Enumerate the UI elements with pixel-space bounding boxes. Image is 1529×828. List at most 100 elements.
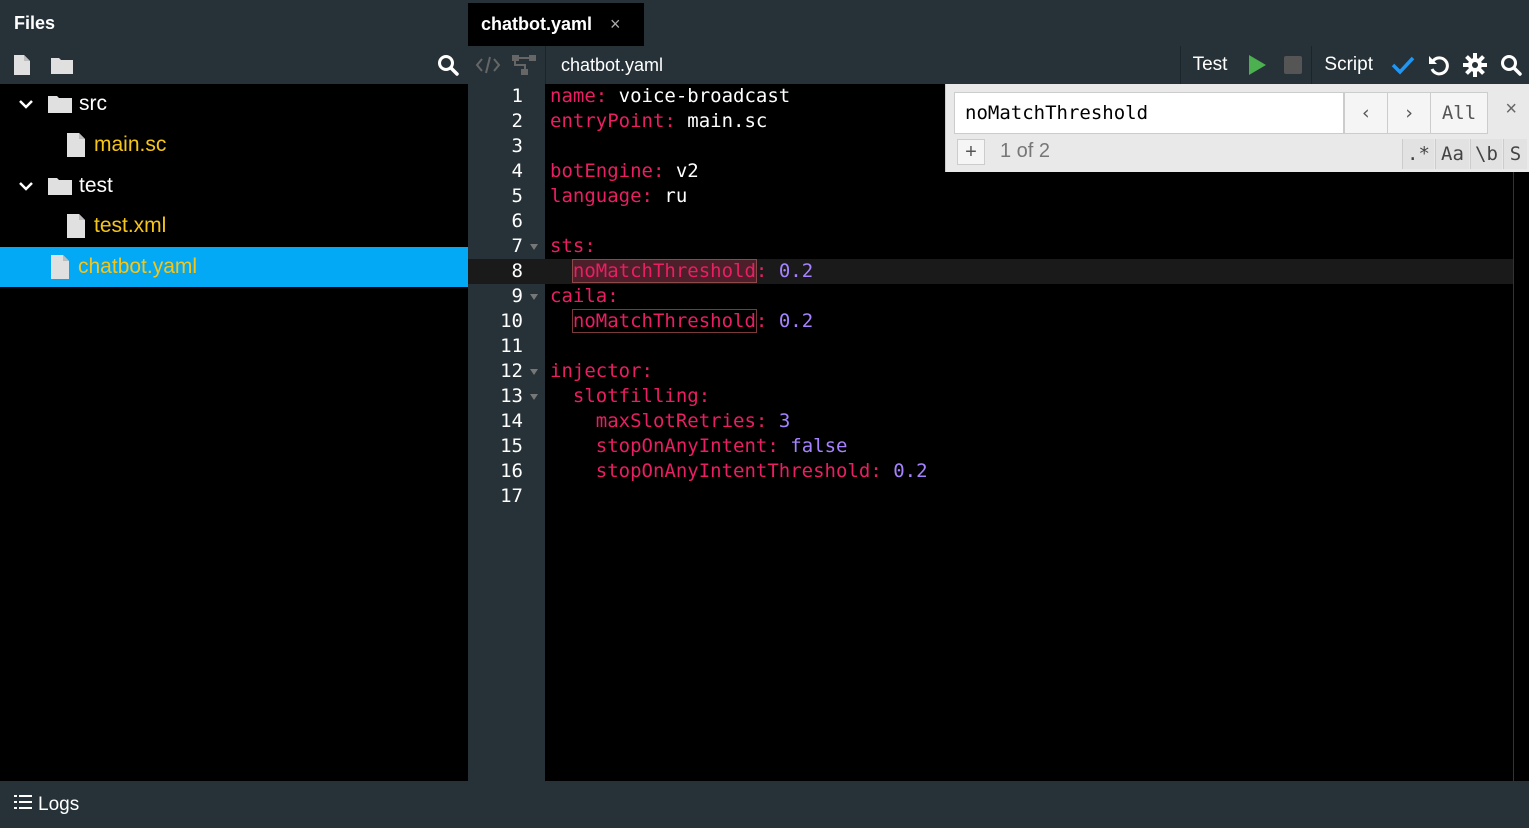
tree-label: test.xml xyxy=(94,214,167,238)
file-icon xyxy=(66,213,86,239)
regex-option-button[interactable]: .* xyxy=(1402,139,1434,169)
yaml-key: sts xyxy=(550,235,585,257)
sidebar-title: Files xyxy=(14,12,56,33)
logs-bar[interactable]: Logs xyxy=(0,781,1529,828)
yaml-number: 0.2 xyxy=(778,310,814,332)
tree-label: test xyxy=(79,173,113,197)
find-all-button[interactable]: All xyxy=(1430,92,1488,134)
file-icon xyxy=(66,132,86,158)
fold-arrow-icon[interactable] xyxy=(529,234,539,259)
close-icon[interactable]: × xyxy=(1505,98,1517,121)
tree-file-main-sc[interactable]: main.sc xyxy=(0,125,468,166)
tree-file-test-xml[interactable]: test.xml xyxy=(0,206,468,247)
line-gutter: 1 2 3 4 5 6 7 8 9 10 11 12 13 14 15 16 1… xyxy=(468,84,545,781)
yaml-value: ru xyxy=(664,185,688,207)
tree-label: main.sc xyxy=(94,133,167,157)
divider xyxy=(545,46,546,84)
line-number: 8 xyxy=(511,260,523,282)
yaml-key: botEngine xyxy=(550,160,653,182)
tree-folder-src[interactable]: src xyxy=(0,84,468,125)
chevron-down-icon[interactable] xyxy=(15,175,37,197)
line-number: 11 xyxy=(500,335,523,357)
yaml-key: caila xyxy=(550,285,608,307)
yaml-number: 3 xyxy=(778,410,791,432)
tree-label: chatbot.yaml xyxy=(78,255,198,279)
test-label: Test xyxy=(1192,54,1228,75)
code-line: noMatchThreshold: 0.2 xyxy=(571,309,814,333)
search-icon[interactable] xyxy=(436,53,460,77)
yaml-key: stopOnAnyIntent xyxy=(595,435,768,457)
find-input[interactable]: noMatchThreshold xyxy=(954,92,1344,134)
yaml-key: stopOnAnyIntentThreshold xyxy=(595,460,871,482)
line-number: 14 xyxy=(500,410,523,432)
undo-icon[interactable] xyxy=(1421,46,1457,84)
find-panel: noMatchThreshold ‹ › All × + 1 of 2 .* A… xyxy=(945,84,1529,172)
line-number: 15 xyxy=(500,435,523,457)
code-line: stopOnAnyIntent: false xyxy=(595,435,848,457)
line-number: 16 xyxy=(500,460,523,482)
line-number: 1 xyxy=(511,85,523,107)
fold-arrow-icon[interactable] xyxy=(529,284,539,309)
new-folder-icon[interactable] xyxy=(50,53,74,77)
folder-icon xyxy=(47,175,73,197)
line-number: 3 xyxy=(511,135,523,157)
fold-arrow-icon[interactable] xyxy=(529,359,539,384)
new-file-icon[interactable] xyxy=(10,53,34,77)
yaml-key: slotfilling xyxy=(572,385,699,407)
code-line: slotfilling: xyxy=(572,385,711,407)
in-selection-button[interactable]: S xyxy=(1503,139,1527,169)
line-number: 12 xyxy=(500,360,523,382)
line-number: 2 xyxy=(511,110,523,132)
code-line: caila: xyxy=(550,285,619,307)
yaml-key: maxSlotRetries xyxy=(595,410,756,432)
tab-chatbot-yaml[interactable]: chatbot.yaml × xyxy=(468,3,644,46)
tree-folder-test[interactable]: test xyxy=(0,165,468,206)
search-icon[interactable] xyxy=(1493,46,1529,84)
sidebar-toolbar xyxy=(0,46,468,84)
tab-bar: chatbot.yaml × xyxy=(468,0,1529,46)
line-number: 7 xyxy=(511,235,523,257)
yaml-key: name xyxy=(550,85,596,107)
find-next-button[interactable]: › xyxy=(1387,92,1431,134)
script-label: Script xyxy=(1324,54,1373,75)
editor-filename: chatbot.yaml xyxy=(561,54,664,75)
tree-label: src xyxy=(79,92,107,116)
logs-label: Logs xyxy=(38,793,80,815)
code-line: entryPoint: main.sc xyxy=(550,110,768,132)
ide-window: Files src main.sc test test.xml chatbot.… xyxy=(0,0,1529,828)
yaml-key: injector xyxy=(550,360,642,382)
code-line: noMatchThreshold: 0.2 xyxy=(571,259,814,283)
play-button[interactable] xyxy=(1239,46,1275,84)
gear-icon[interactable] xyxy=(1457,46,1493,84)
yaml-value: voice-broadcast xyxy=(618,85,791,107)
replace-toggle-button[interactable]: + xyxy=(957,139,985,165)
code-line: name: voice-broadcast xyxy=(550,85,791,107)
code-view-icon[interactable] xyxy=(475,52,501,78)
match-count: 1 of 2 xyxy=(1000,140,1051,162)
find-prev-button[interactable]: ‹ xyxy=(1344,92,1388,134)
search-match-current: noMatchThreshold xyxy=(571,259,757,283)
code-editor[interactable]: name: voice-broadcast entryPoint: main.s… xyxy=(545,84,1513,781)
code-line: maxSlotRetries: 3 xyxy=(595,410,791,432)
file-sidebar: Files src main.sc test test.xml chatbot.… xyxy=(0,0,468,781)
fold-arrow-icon[interactable] xyxy=(529,384,539,409)
code-line: sts: xyxy=(550,235,596,257)
stop-button[interactable] xyxy=(1275,46,1311,84)
folder-icon xyxy=(47,93,73,115)
close-icon[interactable]: × xyxy=(610,14,621,35)
chevron-down-icon[interactable] xyxy=(15,93,37,115)
tree-file-chatbot-yaml[interactable]: chatbot.yaml xyxy=(0,246,468,288)
whole-word-button[interactable]: \b xyxy=(1470,139,1502,169)
line-number: 6 xyxy=(511,210,523,232)
yaml-value: main.sc xyxy=(687,110,768,132)
line-number: 9 xyxy=(511,285,523,307)
yaml-key: language xyxy=(550,185,642,207)
case-sensitive-button[interactable]: Aa xyxy=(1435,139,1469,169)
check-icon[interactable] xyxy=(1385,46,1421,84)
code-line: language: ru xyxy=(550,185,688,207)
yaml-number: 0.2 xyxy=(893,460,928,482)
yaml-value: v2 xyxy=(675,160,699,182)
yaml-key: entryPoint xyxy=(550,110,665,132)
graph-view-icon[interactable] xyxy=(511,52,537,78)
vertical-scrollbar[interactable] xyxy=(1513,84,1529,781)
